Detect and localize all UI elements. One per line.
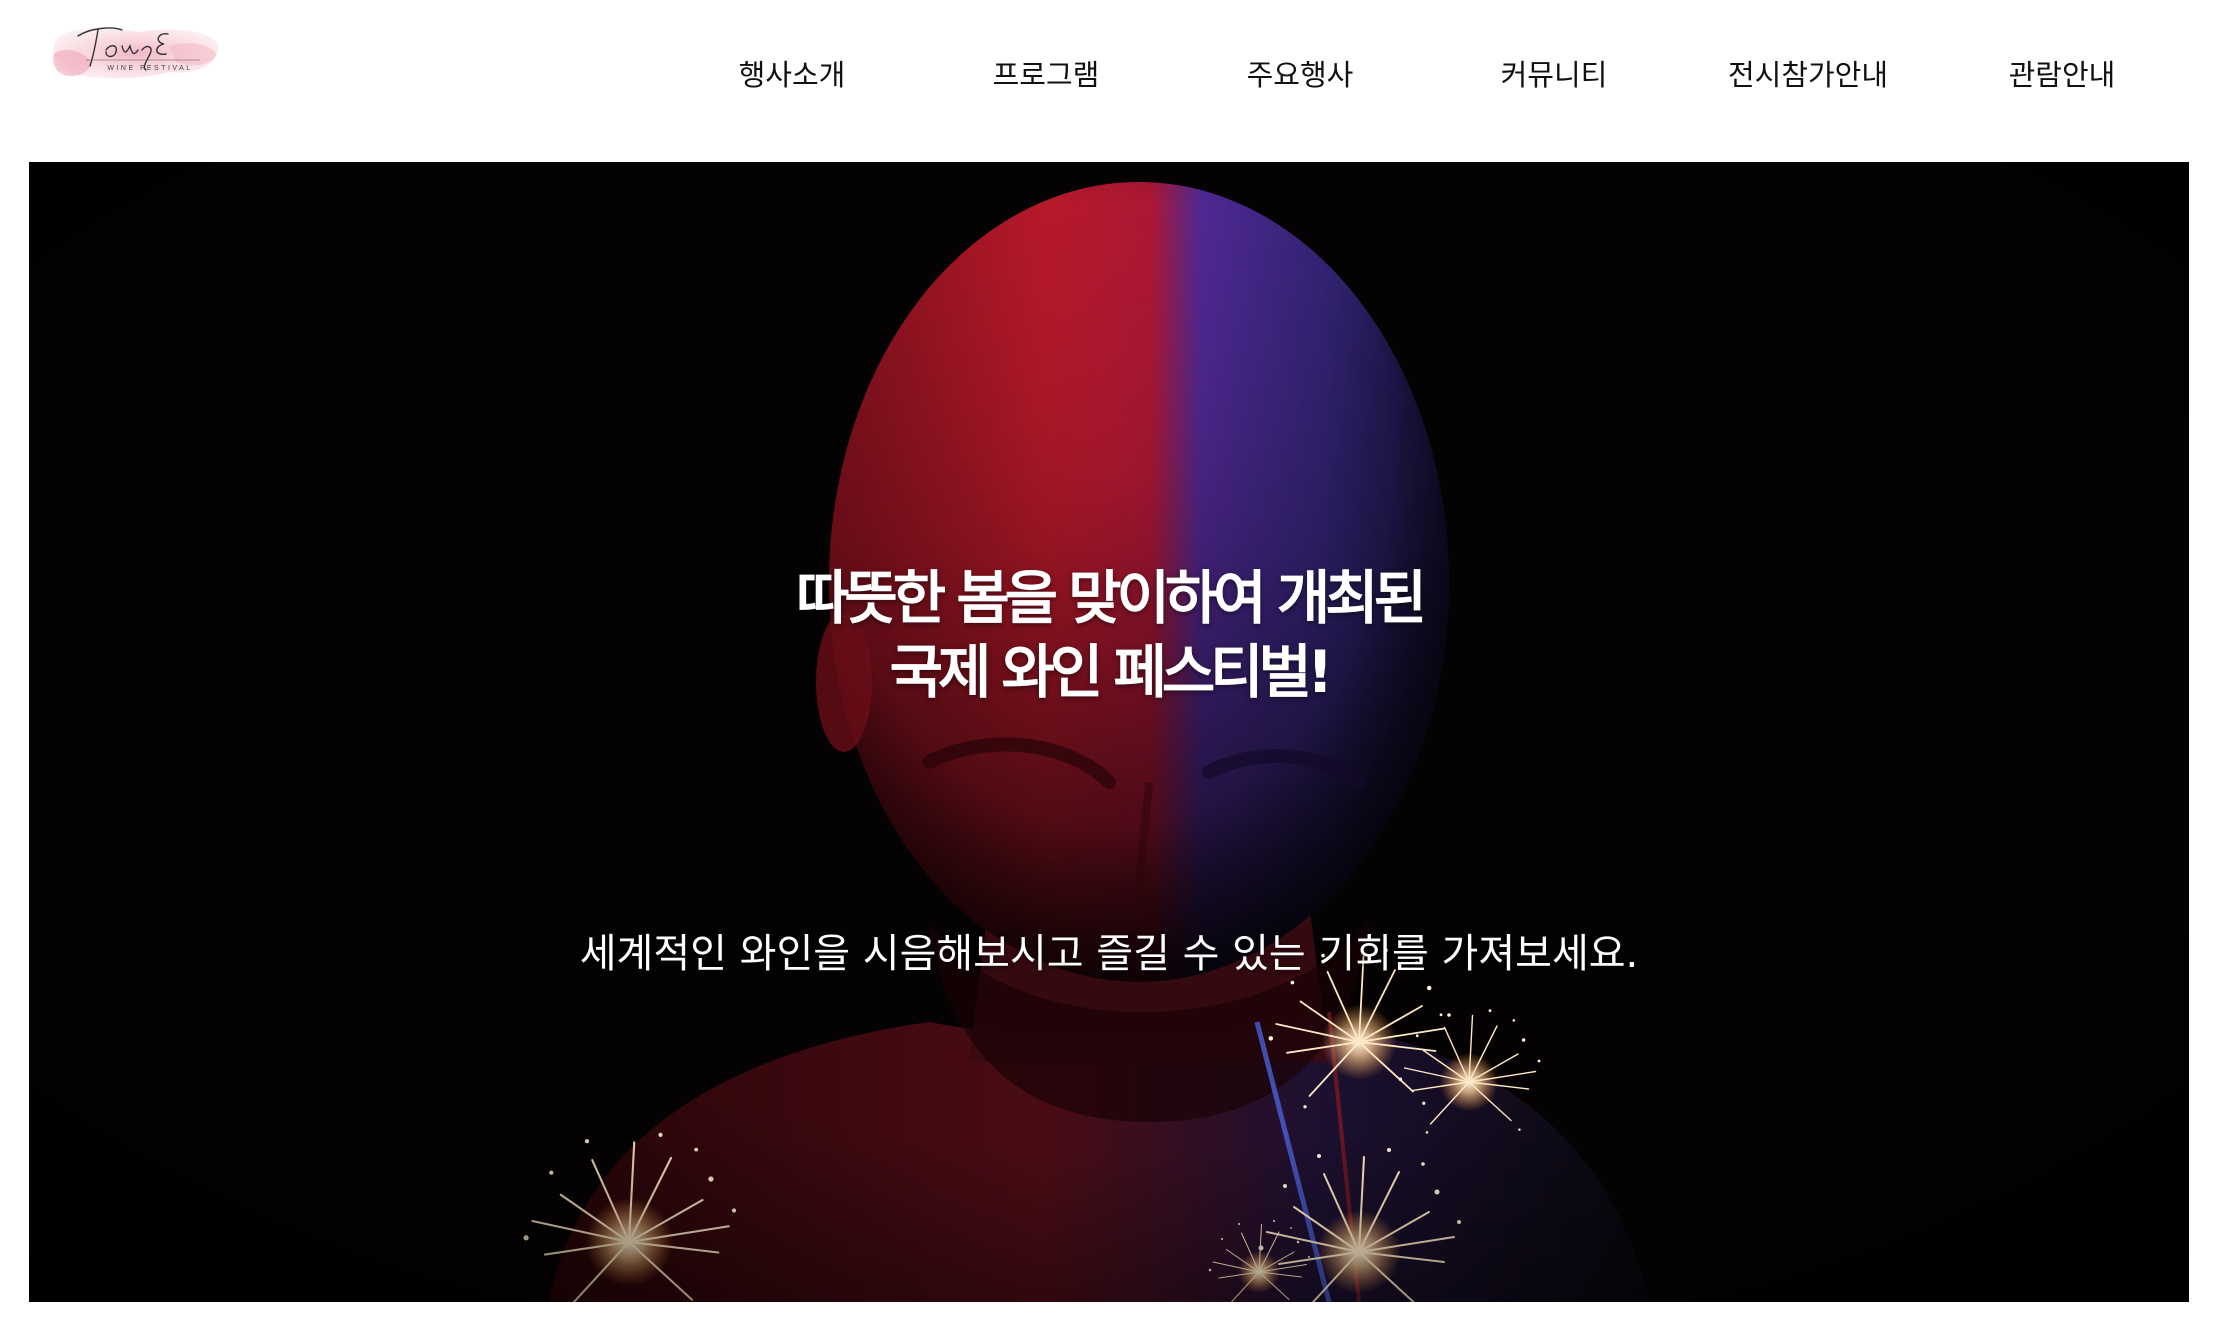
nav-item-exhibitor-info[interactable]: 전시참가안내 (1708, 50, 1908, 100)
hero-headline: 따뜻한 봄을 맞이하여 개최된 국제 와인 페스티벌! (29, 561, 2189, 709)
hero-subline: 세계적인 와인을 시음해보시고 즐길 수 있는 기회를 가져보세요. (579, 931, 1639, 977)
nav-item-about[interactable]: 행사소개 (692, 50, 892, 100)
nav-item-visitor-info[interactable]: 관람안내 (1962, 50, 2162, 100)
nav-item-main-events[interactable]: 주요행사 (1200, 50, 1400, 100)
hero-headline-line2: 국제 와인 페스티벌! (889, 637, 1334, 706)
hero-background-image (29, 162, 2189, 1302)
hero-headline-line1: 따뜻한 봄을 맞이하여 개최된 (796, 563, 1427, 632)
main-nav: 행사소개 프로그램 주요행사 커뮤니티 전시참가안내 관람안내 (0, 50, 2214, 100)
hero-video: 따뜻한 봄을 맞이하여 개최된 국제 와인 페스티벌! 세계적인 와인을 시음해… (29, 162, 2189, 1302)
nav-item-program[interactable]: 프로그램 (946, 50, 1146, 100)
nav-item-community[interactable]: 커뮤니티 (1454, 50, 1654, 100)
site-header: WINE FESTIVAL 행사소개 프로그램 주요행사 커뮤니티 전시참가안내… (0, 0, 2214, 162)
